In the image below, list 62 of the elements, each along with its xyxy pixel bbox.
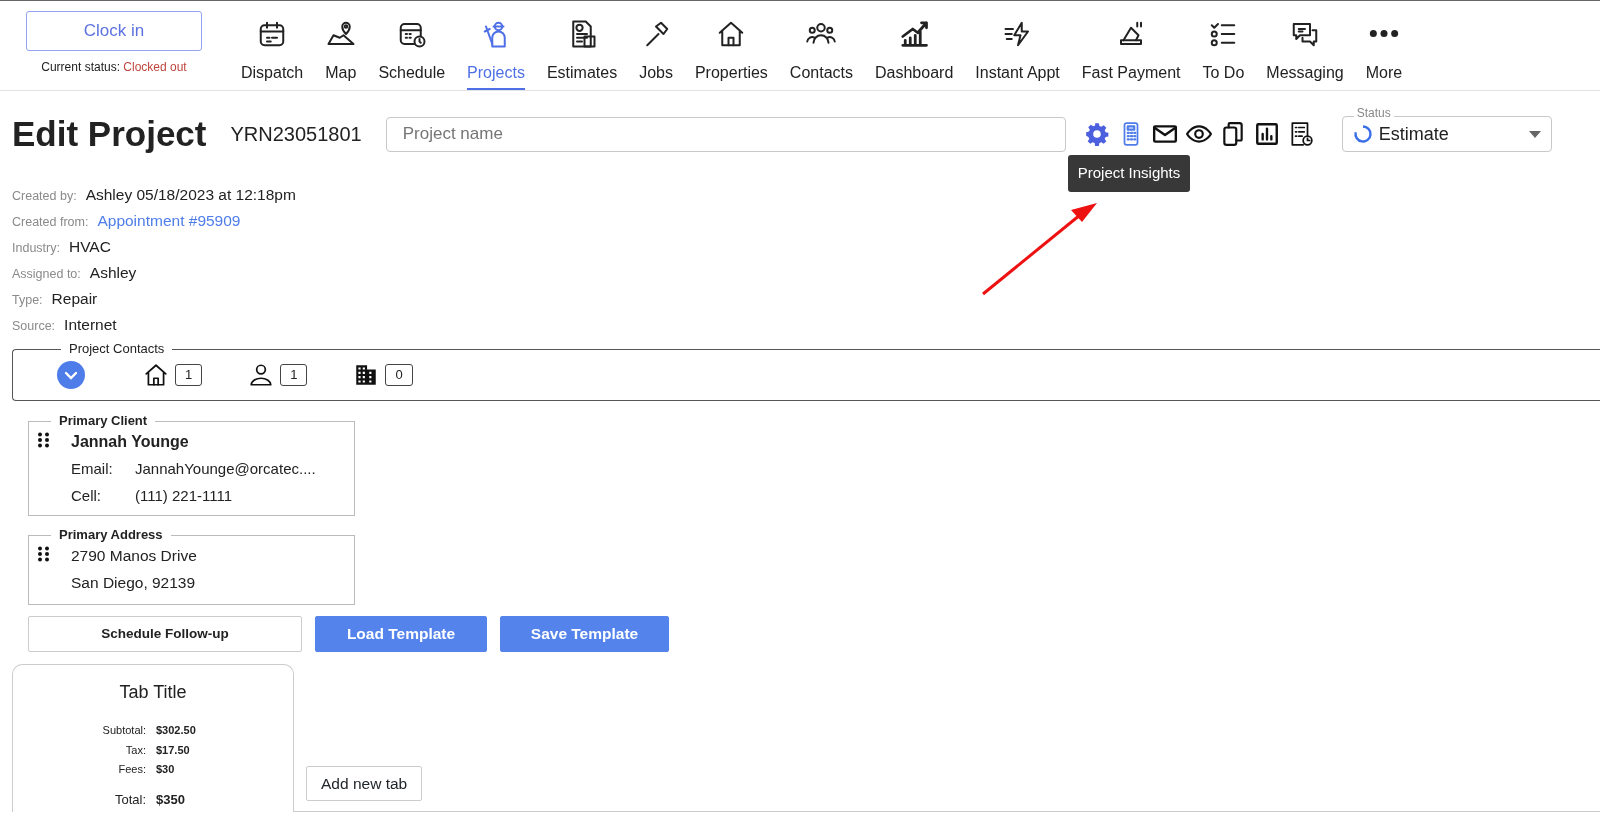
field-value: Repair bbox=[51, 289, 98, 309]
nav-tab[interactable]: Messaging bbox=[1255, 1, 1355, 90]
action-button[interactable]: Schedule Follow-up bbox=[28, 616, 302, 652]
total-label: Total: bbox=[113, 790, 146, 809]
field-value: Ashley bbox=[89, 263, 137, 283]
field-label: Created from: bbox=[12, 214, 89, 231]
nav-tab[interactable]: Schedule bbox=[367, 1, 457, 90]
card-legend: Primary Client bbox=[51, 413, 156, 429]
total-value: $350 bbox=[156, 790, 186, 809]
action-button[interactable]: Save Template bbox=[500, 616, 669, 652]
field-label: Created by: bbox=[12, 188, 77, 205]
nav-tab[interactable]: To Do bbox=[1191, 1, 1256, 90]
nav-tab[interactable]: Jobs bbox=[628, 1, 684, 90]
nav-tab[interactable]: Dispatch bbox=[230, 1, 315, 90]
panel-legend: Project Contacts bbox=[61, 341, 173, 357]
nav-tab[interactable]: Estimates bbox=[535, 1, 629, 90]
summary-value: $17.50 bbox=[156, 742, 191, 758]
field-label: Industry: bbox=[12, 240, 60, 257]
summary-value: $302.50 bbox=[156, 723, 197, 738]
count-badge: 1 bbox=[280, 364, 308, 386]
project-number: YRN23051801 bbox=[230, 122, 362, 147]
status-label: Status bbox=[1353, 107, 1394, 119]
field-value: Ashley 05/18/2023 at 12:18pm bbox=[85, 185, 296, 205]
field-label: Email: bbox=[71, 459, 114, 479]
clock-status: Clocked out bbox=[123, 60, 187, 74]
summary-label: Fees: bbox=[117, 762, 146, 777]
field-label: Assigned to: bbox=[12, 266, 81, 283]
nav-tab[interactable]: Contacts bbox=[778, 1, 864, 90]
add-tab-button[interactable]: Add new tab bbox=[306, 765, 423, 801]
address-line: 2790 Manos Drive bbox=[71, 546, 197, 566]
nav-tab[interactable]: More bbox=[1354, 1, 1414, 90]
nav-tab[interactable]: Instant Appt bbox=[964, 1, 1071, 90]
count-badge: 1 bbox=[175, 364, 203, 386]
nav-tab[interactable]: Dashboard bbox=[864, 1, 965, 90]
card-legend: Primary Address bbox=[51, 527, 171, 543]
action-button[interactable]: Load Template bbox=[315, 616, 487, 652]
appointment-link[interactable]: Appointment #95909 bbox=[97, 209, 241, 233]
project-name-field[interactable]: Project name bbox=[385, 116, 1066, 152]
nav-tab[interactable]: Fast Payment bbox=[1070, 1, 1192, 90]
status-select[interactable]: Estimate bbox=[1341, 116, 1552, 152]
nav-tab[interactable]: Properties bbox=[683, 1, 779, 90]
status-label: Current status: bbox=[41, 60, 120, 74]
field-label: Source: bbox=[12, 318, 56, 335]
field-value: (111) 221-1111 bbox=[135, 486, 232, 506]
field-label: Type: bbox=[12, 292, 43, 309]
field-value: JannahYounge@orcatec.... bbox=[135, 459, 316, 479]
address-line: San Diego, 92139 bbox=[71, 573, 197, 593]
summary-value: $30 bbox=[156, 762, 176, 777]
field-value: Internet bbox=[64, 315, 117, 335]
field-label: Cell: bbox=[71, 486, 102, 506]
nav-tab[interactable]: Projects bbox=[456, 1, 536, 90]
clock-in-button[interactable]: Clock in bbox=[26, 11, 202, 51]
field-value: HVAC bbox=[68, 237, 111, 257]
tab-card[interactable]: Tab Title Subtotal: $302.50 Tax: $17.50 Fees: $30 Total: $350 bbox=[12, 664, 294, 812]
tab-title: Tab Title bbox=[118, 681, 188, 704]
nav-tab[interactable]: Map bbox=[314, 1, 368, 90]
client-name: Jannah Younge bbox=[71, 432, 190, 452]
count-badge: 0 bbox=[385, 364, 413, 386]
summary-label: Tax: bbox=[124, 742, 146, 758]
summary-label: Subtotal: bbox=[101, 723, 146, 738]
tooltip: Project Insights bbox=[1067, 155, 1191, 192]
page-title: Edit Project bbox=[12, 113, 207, 155]
